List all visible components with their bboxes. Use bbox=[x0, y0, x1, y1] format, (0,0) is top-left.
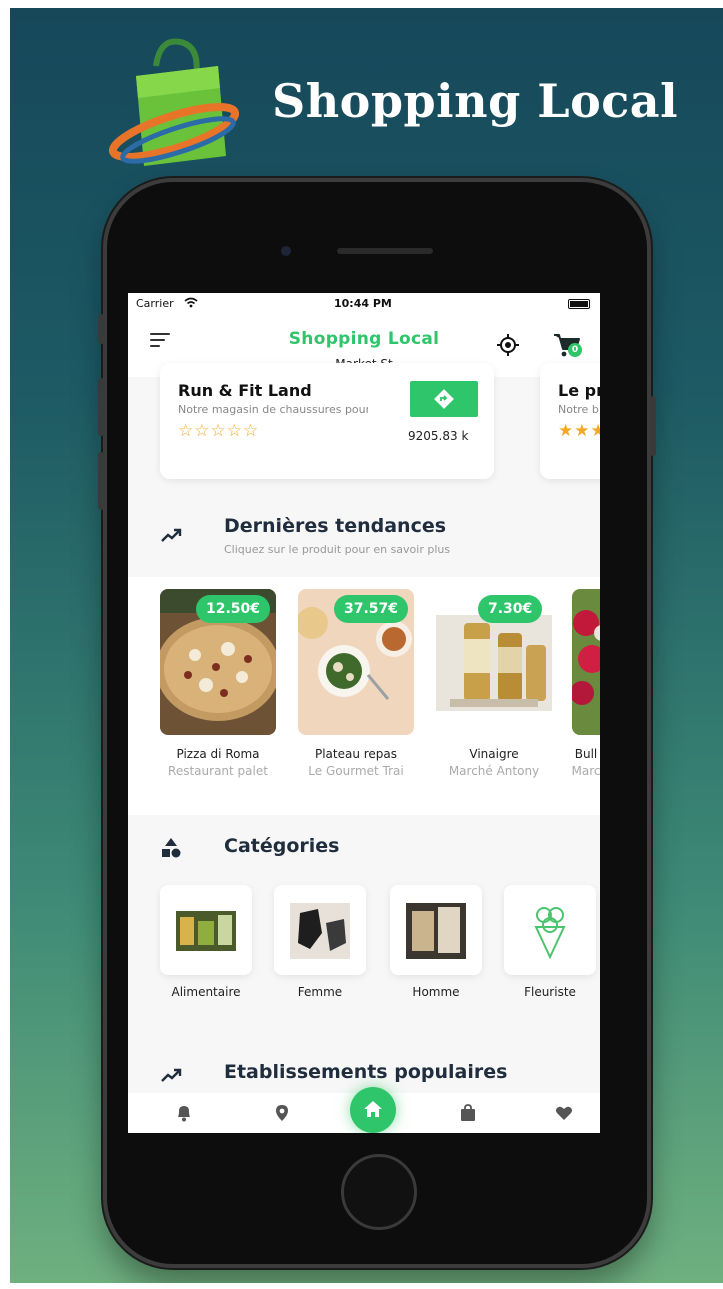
volume-up-button bbox=[98, 378, 104, 436]
brand-title: Shopping Local bbox=[272, 74, 679, 128]
shopping-bag-logo-icon bbox=[108, 38, 240, 166]
status-time: 10:44 PM bbox=[334, 297, 392, 310]
bell-icon[interactable] bbox=[174, 1103, 194, 1123]
shop-name: Run & Fit Land bbox=[178, 381, 312, 400]
earpiece-speaker bbox=[337, 248, 433, 254]
trending-products-carousel[interactable]: 12.50€ Pizza di Roma Restaurant palet 37… bbox=[128, 577, 600, 815]
product-shop: Marc bbox=[571, 764, 601, 778]
heart-icon[interactable] bbox=[554, 1103, 574, 1123]
front-camera bbox=[281, 246, 291, 256]
product-image bbox=[572, 589, 600, 735]
section-title: Dernières tendances bbox=[224, 515, 447, 537]
section-title: Catégories bbox=[224, 835, 340, 857]
product-name: Bull bbox=[574, 747, 598, 761]
category-tile bbox=[160, 885, 252, 975]
category-label: Femme bbox=[297, 985, 343, 999]
section-subtitle: Cliquez sur le produit pour en savoir pl… bbox=[224, 543, 451, 556]
app-title: Shopping Local bbox=[288, 329, 440, 349]
grocery-image bbox=[176, 911, 236, 951]
wifi-icon bbox=[184, 297, 198, 308]
category-label: Homme bbox=[412, 985, 460, 999]
carrier-label: Carrier bbox=[136, 297, 174, 310]
home-button[interactable] bbox=[341, 1154, 417, 1230]
shop-distance: 9205.83 k bbox=[408, 429, 469, 443]
product-shop: Restaurant palet bbox=[168, 764, 268, 778]
shop-description: Notre b bbox=[558, 403, 599, 416]
home-tab[interactable] bbox=[350, 1087, 396, 1133]
locate-icon[interactable] bbox=[496, 333, 520, 357]
category-label: Alimentaire bbox=[171, 985, 241, 999]
cart-count-badge: 0 bbox=[568, 343, 582, 357]
category-label: Fleuriste bbox=[524, 985, 576, 999]
shapes-icon bbox=[162, 838, 181, 858]
product-name: Plateau repas bbox=[314, 747, 398, 761]
directions-icon bbox=[434, 389, 454, 409]
bouquet-icon bbox=[534, 907, 566, 959]
product-shop: Le Gourmet Trai bbox=[308, 764, 404, 778]
shop-name: Le pri bbox=[558, 381, 600, 400]
category-tile bbox=[390, 885, 482, 975]
price-badge: 37.57€ bbox=[334, 595, 409, 623]
category-tile bbox=[504, 885, 596, 975]
mute-switch bbox=[98, 314, 104, 344]
power-button bbox=[650, 396, 656, 456]
status-bar: Carrier 10:44 PM bbox=[128, 293, 600, 315]
price-badge: 7.30€ bbox=[478, 595, 543, 623]
app-screen: Carrier 10:44 PM Shopping Local Market S… bbox=[128, 293, 600, 1133]
price-badge: 12.50€ bbox=[196, 595, 271, 623]
women-fashion-image bbox=[290, 903, 350, 959]
shop-card[interactable]: Run & Fit Land Notre magasin de chaussur… bbox=[160, 363, 494, 479]
rating-stars: ☆☆☆☆☆ bbox=[178, 421, 260, 441]
category-tile bbox=[274, 885, 366, 975]
home-icon bbox=[364, 1101, 382, 1117]
trending-up-icon bbox=[161, 1068, 182, 1082]
location-pin-icon[interactable] bbox=[272, 1103, 292, 1123]
shopping-bag-icon[interactable] bbox=[458, 1103, 478, 1123]
section-title: Etablissements populaires bbox=[224, 1061, 508, 1083]
shop-card[interactable]: Le pri Notre b ★★★ bbox=[540, 363, 600, 479]
men-fashion-image bbox=[406, 903, 466, 959]
directions-button[interactable] bbox=[410, 381, 478, 417]
shop-description: Notre magasin de chaussures pour bbox=[178, 403, 368, 416]
trending-up-icon bbox=[161, 528, 182, 542]
battery-icon bbox=[568, 299, 590, 309]
product-name: Pizza di Roma bbox=[176, 747, 260, 761]
volume-down-button bbox=[98, 452, 104, 510]
rating-stars: ★★★ bbox=[558, 421, 600, 441]
